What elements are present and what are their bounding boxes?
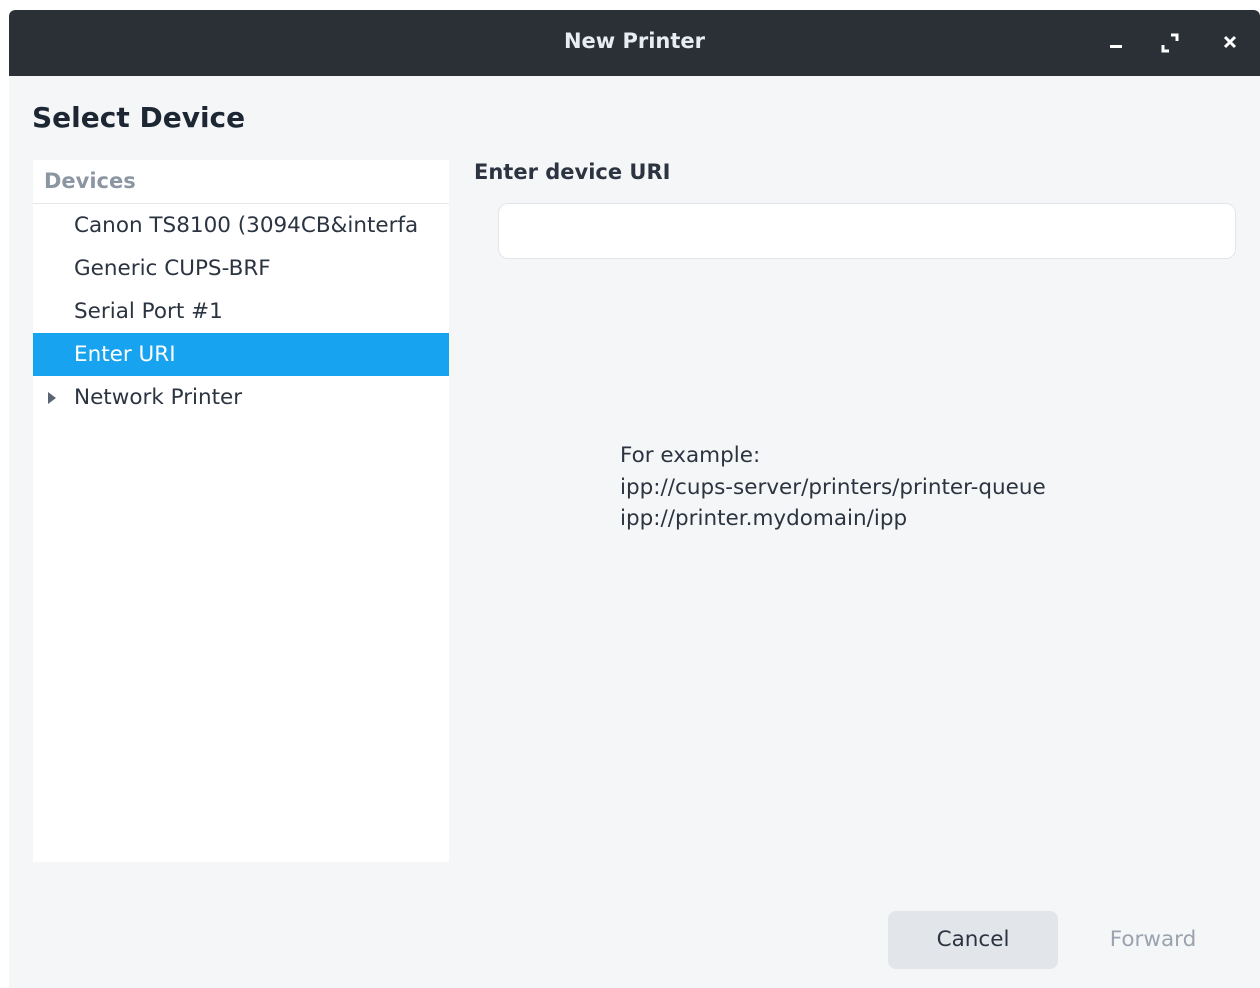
device-item-canon[interactable]: Canon TS8100 (3094CB&interfa [33, 204, 449, 247]
example-line: ipp://cups-server/printers/printer-queue [620, 474, 1046, 500]
example-line: ipp://printer.mydomain/ipp [620, 506, 908, 531]
maximize-button[interactable] [1157, 30, 1183, 56]
window-title: New Printer [563, 29, 706, 53]
close-button[interactable] [1217, 30, 1243, 56]
page-title: Select Device [32, 101, 246, 134]
device-list-header: Devices [33, 160, 449, 204]
device-item-label: Enter URI [74, 342, 176, 367]
device-list: Devices Canon TS8100 (3094CB&interfa Gen… [33, 160, 449, 862]
minimize-icon [1110, 45, 1122, 48]
minimize-button[interactable] [1103, 30, 1129, 56]
device-item-generic-cups-brf[interactable]: Generic CUPS-BRF [33, 247, 449, 290]
maximize-icon [1161, 33, 1179, 53]
forward-button[interactable]: Forward [1078, 911, 1228, 969]
expander-arrow-icon[interactable] [48, 392, 56, 404]
uri-example-text: For example: ipp://cups-server/printers/… [620, 440, 1046, 535]
device-uri-input[interactable] [498, 203, 1236, 259]
new-printer-dialog: New Printer Select Device Devices Canon … [9, 10, 1260, 988]
close-icon [1223, 35, 1237, 49]
device-item-label: Serial Port #1 [74, 299, 223, 324]
device-item-label: Generic CUPS-BRF [74, 256, 271, 281]
device-item-enter-uri[interactable]: Enter URI [33, 333, 449, 376]
device-item-serial-port[interactable]: Serial Port #1 [33, 290, 449, 333]
device-uri-label: Enter device URI [474, 160, 671, 184]
device-item-label: Canon TS8100 (3094CB&interfa [74, 213, 419, 238]
device-item-network-printer[interactable]: Network Printer [33, 376, 449, 419]
example-intro: For example: [620, 443, 761, 468]
device-item-label: Network Printer [74, 385, 243, 410]
cancel-button[interactable]: Cancel [888, 911, 1058, 969]
title-bar[interactable]: New Printer [9, 10, 1260, 76]
